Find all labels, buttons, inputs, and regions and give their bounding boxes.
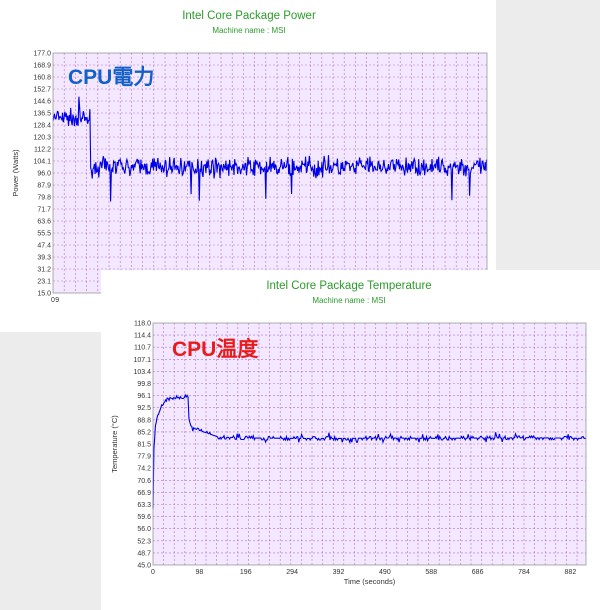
y-tick-label: 110.7 (134, 345, 151, 352)
y-tick-label: 39.3 (37, 255, 51, 262)
y-tick-label: 85.2 (137, 429, 151, 436)
y-tick-label: 47.4 (37, 243, 51, 250)
y-tick-label: 99.8 (137, 381, 151, 388)
y-tick-label: 177.0 (33, 51, 51, 58)
y-axis-label: Temperature (°C) (110, 415, 119, 473)
y-tick-label: 152.7 (33, 87, 51, 94)
x-tick-label: 294 (286, 569, 298, 576)
y-tick-label: 45.0 (137, 563, 151, 570)
y-tick-label: 56.0 (137, 526, 151, 533)
y-tick-label: 63.6 (37, 219, 51, 226)
y-tick-label: 87.9 (37, 183, 51, 190)
y-tick-label: 81.5 (137, 442, 151, 449)
y-tick-label: 48.7 (137, 550, 151, 557)
y-tick-label: 74.2 (137, 466, 151, 473)
chart-annotation: CPU温度 (172, 337, 258, 361)
y-tick-label: 114.4 (134, 333, 151, 340)
y-tick-label: 120.3 (33, 135, 51, 142)
chart-subtitle: Machine name : MSI (212, 26, 285, 35)
x-axis-label: Time (seconds) (344, 577, 396, 586)
y-tick-label: 15.0 (37, 291, 51, 298)
temperature-chart: Intel Core Package Temperature Machine na… (110, 280, 587, 586)
y-tick-label: 77.9 (137, 454, 151, 461)
y-tick-label: 107.1 (133, 357, 151, 364)
y-tick-label: 88.8 (137, 417, 151, 424)
y-tick-label: 63.3 (137, 502, 151, 509)
y-tick-label: 136.5 (33, 111, 51, 118)
chart-title: Intel Core Package Temperature (266, 280, 431, 292)
x-tick-label: 784 (518, 569, 530, 576)
x-tick-label: 686 (472, 569, 484, 576)
y-tick-label: 79.8 (37, 195, 51, 202)
x-tick-label: 882 (565, 569, 577, 576)
y-tick-label: 96.1 (137, 393, 151, 400)
y-tick-label: 144.6 (33, 99, 51, 106)
y-tick-label: 92.5 (137, 405, 151, 412)
y-tick-label: 66.9 (137, 490, 151, 497)
x-tick-label: 392 (333, 569, 345, 576)
y-tick-label: 96.0 (37, 171, 51, 178)
y-tick-label: 160.8 (33, 75, 51, 82)
y-tick-label: 128.4 (33, 123, 51, 130)
temperature-chart-panel: Intel Core Package Temperature Machine na… (101, 270, 600, 610)
chart-subtitle: Machine name : MSI (312, 296, 385, 305)
y-tick-label: 55.5 (37, 231, 51, 238)
x-tick-label: 9 (55, 297, 59, 304)
y-tick-label: 31.2 (37, 267, 51, 274)
y-tick-label: 118.0 (134, 321, 151, 328)
y-tick-label: 70.6 (137, 478, 151, 485)
x-tick-label: 588 (425, 569, 437, 576)
y-tick-label: 104.1 (33, 159, 51, 166)
x-tick-label: 196 (240, 569, 252, 576)
y-tick-label: 112.2 (34, 147, 51, 154)
y-tick-label: 52.3 (137, 538, 151, 545)
chart-title: Intel Core Package Power (182, 10, 316, 22)
y-tick-label: 103.4 (133, 369, 151, 376)
y-axis-label: Power (Watts) (11, 149, 20, 197)
x-tick-label: 98 (195, 569, 203, 576)
y-tick-label: 23.1 (37, 279, 51, 286)
x-tick-label: 0 (151, 569, 155, 576)
x-tick-label: 490 (379, 569, 391, 576)
y-tick-label: 71.7 (37, 207, 51, 214)
y-tick-label: 168.9 (33, 63, 51, 70)
y-tick-label: 59.6 (137, 514, 151, 521)
chart-annotation: CPU電力 (68, 66, 154, 89)
